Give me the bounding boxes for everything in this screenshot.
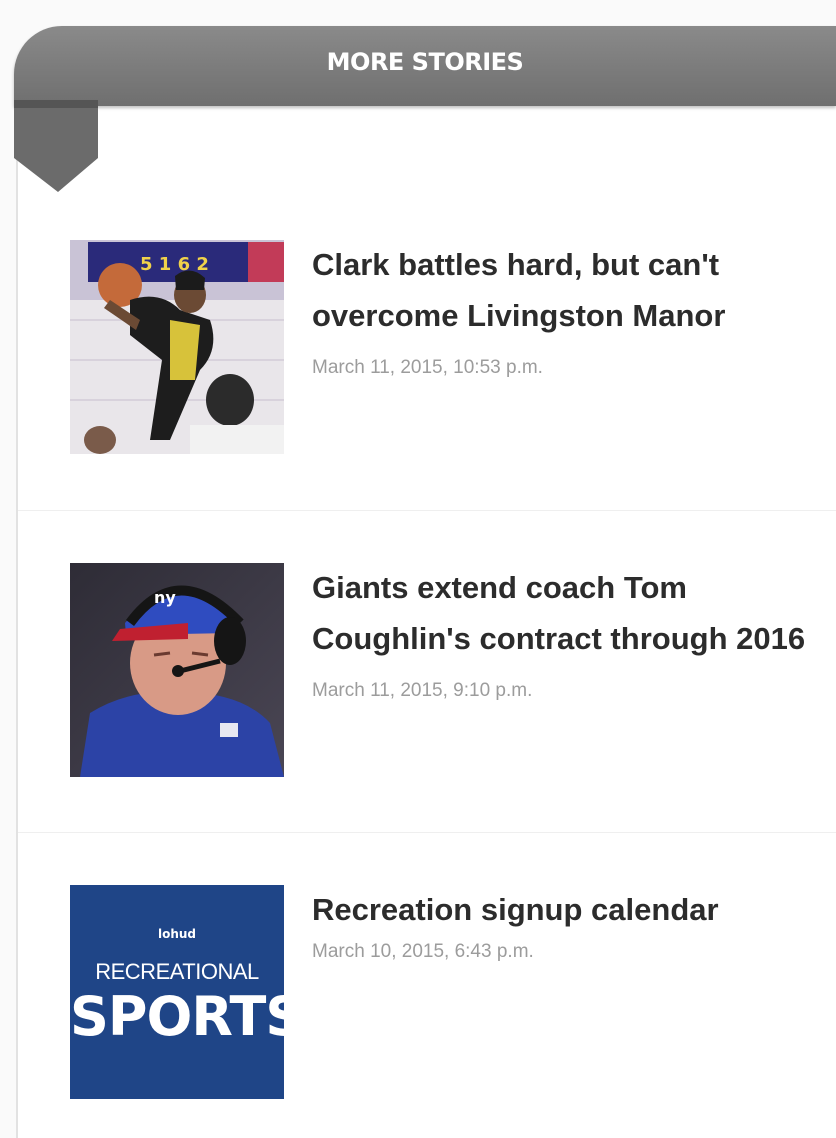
svg-text:5 1 6 2: 5 1 6 2 (140, 254, 209, 275)
story-headline-link[interactable]: Clark battles hard, but can't overcome L… (312, 239, 832, 341)
coach-headset-photo-icon: ny (70, 563, 284, 777)
story-thumbnail[interactable]: ny (70, 563, 284, 777)
story-timestamp: March 10, 2015, 6:43 p.m. (312, 941, 534, 962)
ribbon-fold-icon (14, 100, 98, 192)
story-thumbnail[interactable]: 5 1 6 2 (70, 240, 284, 454)
story-text: Giants extend coach Tom Coughlin's contr… (312, 563, 832, 702)
story-item[interactable]: lohud RECREATIONAL SPORTS Recreation sig… (70, 885, 830, 1100)
story-headline-link[interactable]: Recreation signup calendar (312, 884, 832, 935)
story-text: Recreation signup calendar March 10, 201… (312, 885, 832, 963)
recreational-sports-logo-icon: lohud RECREATIONAL SPORTS (70, 885, 284, 1099)
section-title: MORE STORIES (326, 48, 524, 76)
story-item[interactable]: 5 1 6 2 Clark battles hard, but can't ov… (70, 240, 830, 455)
story-divider (18, 832, 836, 833)
logo-line1: RECREATIONAL (95, 959, 259, 984)
story-text: Clark battles hard, but can't overcome L… (312, 240, 832, 379)
story-timestamp: March 11, 2015, 10:53 p.m. (312, 357, 543, 378)
story-headline-link[interactable]: Giants extend coach Tom Coughlin's contr… (312, 562, 832, 664)
story-timestamp: March 11, 2015, 9:10 p.m. (312, 680, 533, 701)
logo-brand: lohud (157, 927, 197, 941)
svg-text:ny: ny (154, 588, 176, 607)
logo-line2: SPORTS (70, 985, 284, 1048)
story-thumbnail[interactable]: lohud RECREATIONAL SPORTS (70, 885, 284, 1099)
basketball-player-photo-icon: 5 1 6 2 (70, 240, 284, 454)
header-banner: MORE STORIES (14, 26, 836, 106)
story-divider (18, 510, 836, 511)
story-item[interactable]: ny Giants extend coach Tom Coughlin's co… (70, 563, 830, 778)
more-stories-header: MORE STORIES (0, 0, 836, 200)
